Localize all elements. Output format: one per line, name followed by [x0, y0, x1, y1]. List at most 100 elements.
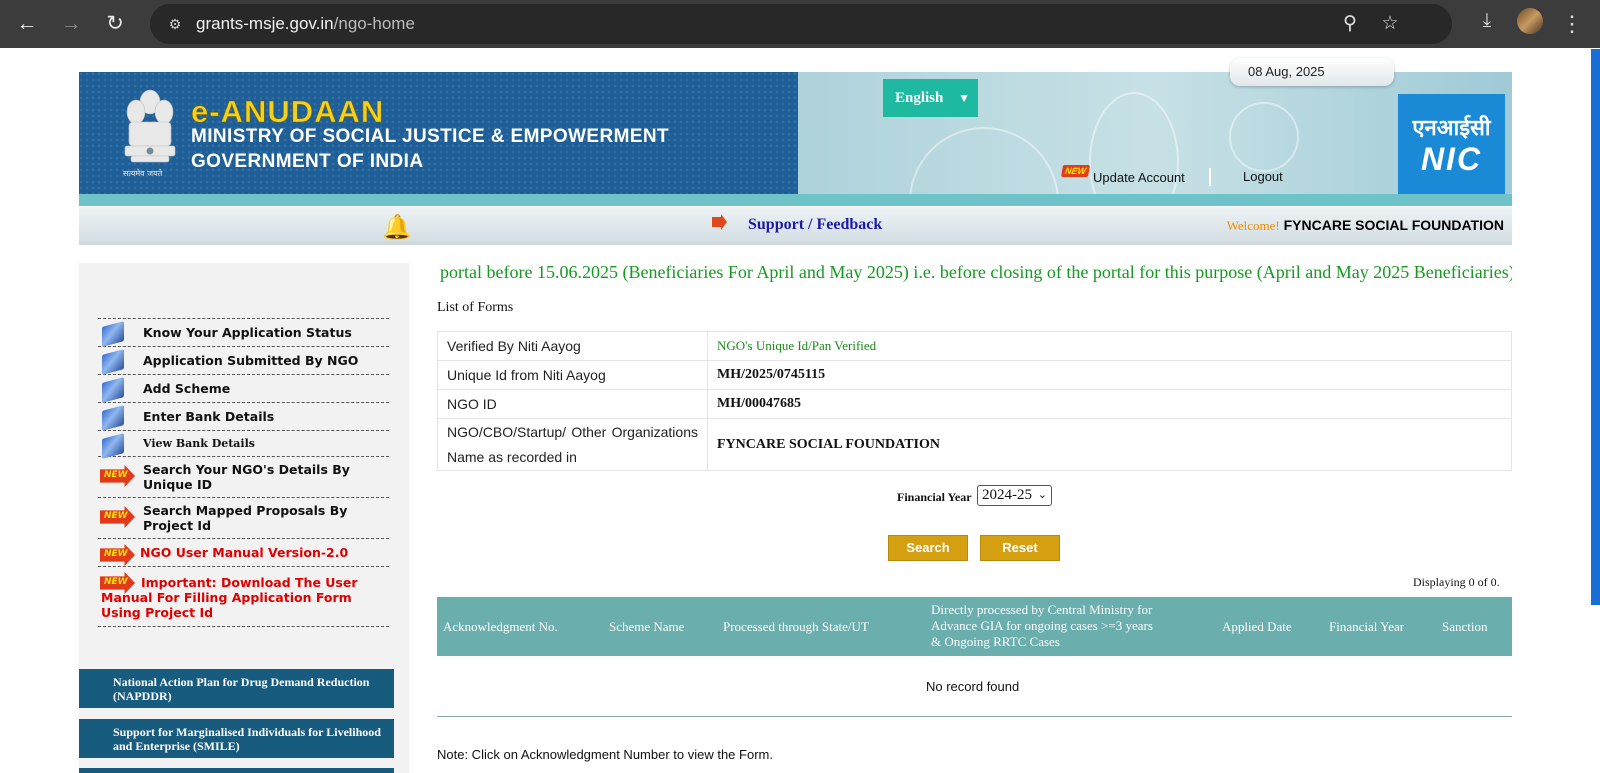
bookmark-star-icon[interactable]: ☆ — [1378, 12, 1402, 36]
column-header[interactable]: Acknowledgment No. — [443, 619, 558, 635]
info-row: NGO ID MH/00047685 — [437, 389, 1512, 419]
divider — [1209, 168, 1211, 186]
sidebar-item-label: Search Mapped Proposals By Project Id — [143, 503, 348, 533]
site-header: सत्यमेव जयते e-ANUDAAN MINISTRY OF SOCIA… — [79, 72, 1512, 206]
profile-avatar[interactable] — [1517, 8, 1543, 34]
section-title: List of Forms — [437, 300, 514, 315]
sidebar-item-search-ngo-details[interactable]: NEW Search Your NGO's Details By Unique … — [98, 457, 389, 498]
welcome-message: Welcome! FYNCARE SOCIAL FOUNDATION — [1227, 217, 1504, 234]
new-badge-icon: NEW — [1060, 161, 1091, 179]
sidebar-item-label: Important: Download The User Manual For … — [101, 575, 358, 620]
announcement-marquee: portal before 15.06.2025 (Beneficiaries … — [440, 262, 1512, 282]
new-arrow-icon: NEW — [100, 506, 135, 528]
logged-in-org: FYNCARE SOCIAL FOUNDATION — [1283, 217, 1504, 233]
national-emblem-icon — [124, 89, 176, 163]
sidebar-item-user-manual[interactable]: NEW NGO User Manual Version-2.0 — [98, 539, 389, 567]
info-row: Verified By Niti Aayog NGO's Unique Id/P… — [437, 331, 1512, 361]
ngo-id-value: MH/00047685 — [707, 389, 1512, 419]
sidebar-item-download-user-manual[interactable]: NEW Important: Download The User Manual … — [98, 567, 389, 627]
info-row: NGO/CBO/Startup/ Other Organizations Nam… — [437, 418, 1512, 471]
info-label: Verified By Niti Aayog — [437, 331, 708, 361]
column-header[interactable]: Processed through State/UT — [723, 619, 869, 635]
financial-year-value: 2024-25 — [982, 487, 1032, 503]
new-arrow-icon: NEW — [100, 465, 135, 487]
ministry-name: MINISTRY OF SOCIAL JUSTICE & EMPOWERMENT — [191, 126, 670, 147]
url-host: grants-msje.gov.in — [196, 14, 334, 33]
reload-icon[interactable]: ↻ — [100, 9, 130, 39]
welcome-label: Welcome! — [1226, 218, 1280, 233]
book-icon — [102, 377, 124, 403]
support-feedback-link[interactable]: Support / Feedback — [748, 216, 882, 234]
browser-toolbar: ← → ↻ ⚙ grants-msje.gov.in/ngo-home ⚲ ☆ … — [0, 0, 1600, 48]
support-bar: 🔔 Support / Feedback Welcome! FYNCARE SO… — [79, 207, 1512, 245]
book-icon — [102, 433, 124, 459]
financial-year-label: Financial Year — [897, 490, 972, 504]
info-label: NGO ID — [437, 389, 708, 419]
sidebar: Know Your Application Status Application… — [79, 263, 409, 773]
footer-note: Note: Click on Acknowledgment Number to … — [437, 747, 773, 762]
sidebar-item-search-mapped-proposals[interactable]: NEW Search Mapped Proposals By Project I… — [98, 498, 389, 539]
header-decoration — [1229, 102, 1299, 172]
column-header[interactable]: Sanction — [1442, 619, 1488, 635]
url-text[interactable]: grants-msje.gov.in/ngo-home — [196, 14, 415, 34]
nic-english-text: NIC — [1420, 141, 1483, 177]
language-select[interactable]: English ▼ — [883, 79, 978, 117]
page-scrollbar[interactable] — [1591, 49, 1600, 605]
search-button[interactable]: Search — [888, 535, 968, 561]
ngo-info-table: Verified By Niti Aayog NGO's Unique Id/P… — [437, 331, 1512, 471]
sidebar-item-enter-bank-details[interactable]: Enter Bank Details — [98, 403, 389, 431]
url-path: /ngo-home — [333, 14, 415, 33]
sidebar-item-add-scheme[interactable]: Add Scheme — [98, 375, 389, 403]
back-icon[interactable]: ← — [12, 9, 42, 39]
sidebar-item-label: Application Submitted By NGO — [143, 353, 359, 368]
book-icon — [102, 349, 124, 375]
column-header[interactable]: Directly processed by Central Ministry f… — [931, 602, 1163, 650]
sidebar-item-label: Search Your NGO's Details By Unique ID — [143, 462, 350, 492]
nic-hindi-text: एनआईसी — [1412, 115, 1491, 140]
sidebar-item-applications-submitted[interactable]: Application Submitted By NGO — [98, 347, 389, 375]
column-header[interactable]: Financial Year — [1329, 619, 1404, 635]
zoom-icon[interactable]: ⚲ — [1338, 12, 1362, 36]
sidebar-item-label: NGO User Manual Version-2.0 — [140, 545, 349, 560]
info-row: Unique Id from Niti Aayog MH/2025/074511… — [437, 360, 1512, 390]
verification-status: NGO's Unique Id/Pan Verified — [707, 331, 1512, 361]
sidebar-item-label: Enter Bank Details — [143, 409, 275, 424]
record-count: Displaying 0 of 0. — [1413, 575, 1500, 589]
scheme-link-smile[interactable]: Support for Marginalised Individuals for… — [79, 719, 394, 758]
download-icon[interactable]: ⤓ — [1475, 9, 1499, 33]
sidebar-item-label: View Bank Details — [143, 437, 255, 450]
logout-link[interactable]: Logout — [1243, 169, 1283, 184]
column-header[interactable]: Applied Date — [1222, 619, 1292, 635]
sidebar-item-label: Know Your Application Status — [143, 325, 352, 340]
book-icon — [102, 321, 124, 347]
financial-year-select[interactable]: 2024-25 ⌄ — [977, 485, 1052, 506]
site-info-icon[interactable]: ⚙ — [164, 13, 186, 35]
sidebar-item-view-bank-details[interactable]: View Bank Details — [98, 431, 389, 459]
sidebar-menu: Know Your Application Status Application… — [98, 318, 389, 627]
bell-icon[interactable]: 🔔 — [382, 213, 412, 242]
new-arrow-icon: NEW — [100, 544, 135, 566]
update-account-link[interactable]: Update Account — [1093, 170, 1185, 185]
government-name: GOVERNMENT OF INDIA — [191, 151, 424, 172]
sidebar-item-application-status[interactable]: Know Your Application Status — [98, 319, 389, 347]
grid-bottom-border — [437, 716, 1512, 717]
empty-state-message: No record found — [926, 679, 1020, 694]
info-label: Unique Id from Niti Aayog — [437, 360, 708, 390]
unique-id-value: MH/2025/0745115 — [707, 360, 1512, 390]
emblem-caption: सत्यमेव जयते — [123, 169, 163, 178]
forms-grid-header: Acknowledgment No. Scheme Name Processed… — [437, 597, 1512, 656]
chevron-down-icon: ⌄ — [1037, 489, 1047, 501]
column-header[interactable]: Scheme Name — [609, 619, 684, 635]
browser-menu-icon[interactable]: ⋮ — [1561, 9, 1583, 39]
forward-icon[interactable]: → — [56, 9, 86, 39]
header-banner: सत्यमेव जयते e-ANUDAAN MINISTRY OF SOCIA… — [79, 72, 798, 194]
info-label: NGO/CBO/Startup/ Other Organizations Nam… — [437, 418, 708, 471]
sidebar-item-label: Add Scheme — [143, 381, 231, 396]
reset-button[interactable]: Reset — [980, 535, 1060, 561]
header-decoration — [1089, 92, 1179, 206]
address-bar[interactable]: ⚙ grants-msje.gov.in/ngo-home ⚲ ☆ — [150, 4, 1452, 44]
scheme-link-napddr[interactable]: National Action Plan for Drug Demand Red… — [79, 669, 394, 708]
scheme-link-partial[interactable] — [79, 768, 394, 773]
site-logo-title[interactable]: e-ANUDAAN — [191, 94, 384, 130]
current-date: 08 Aug, 2025 — [1230, 58, 1394, 86]
